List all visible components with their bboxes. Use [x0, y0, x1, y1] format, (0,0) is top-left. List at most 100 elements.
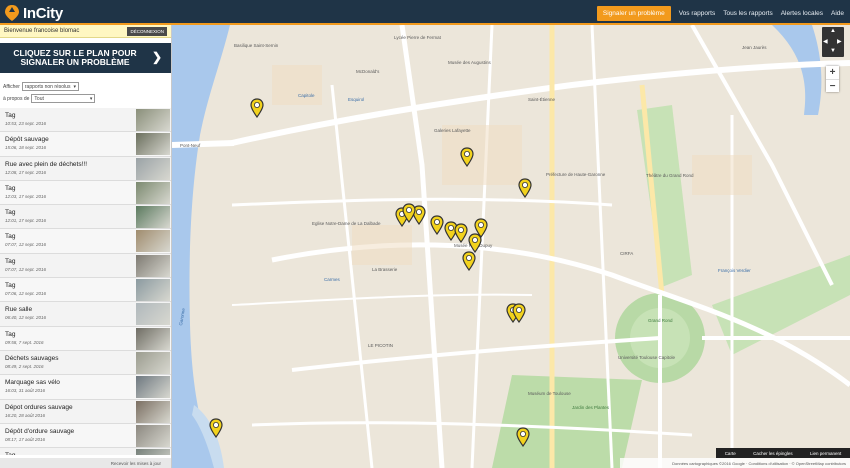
map-credits: Données cartographiques ©2016 Google · C…: [620, 458, 850, 468]
report-list-item[interactable]: Rue salle 06:40, 12 sept. 2016: [0, 302, 171, 327]
filter-show-label: Afficher: [3, 83, 20, 90]
report-list-item[interactable]: Tag 07:06, 12 sept. 2016: [0, 278, 171, 303]
map-label-francois-verdier: François Verdier: [718, 268, 751, 273]
logout-button[interactable]: DÉCONNEXION: [127, 26, 167, 36]
report-title: Rue avec plein de déchets!!!: [5, 160, 88, 168]
report-list-item[interactable]: Dépôt d'ordure sauvage 08:17, 17 août 201…: [0, 423, 171, 449]
chevron-down-icon: ▾: [73, 83, 76, 90]
map-label-pont-neuf: Pont-Neuf: [180, 143, 201, 148]
map-view[interactable]: Lycée Pierre de Fermat Basilique Saint-S…: [172, 25, 850, 468]
updates-link[interactable]: Recevoir les mises à jour: [0, 458, 171, 468]
filter-about-label: à propos de: [3, 95, 30, 102]
report-photo-thumbnail: [136, 279, 170, 302]
map-pin-icon[interactable]: [402, 203, 416, 223]
map-pan-control[interactable]: ▲ ◀ ▶ ▼: [822, 27, 844, 57]
map-base: [172, 25, 850, 468]
report-photo-thumbnail: [136, 230, 170, 253]
report-title: Tag: [5, 257, 16, 265]
map-label-carmes: Carmes: [324, 277, 340, 282]
map-label-dalbade: Eglise Notre-Dame de La Dalbade: [312, 221, 381, 226]
report-title: Tag: [5, 209, 16, 217]
map-pin-icon[interactable]: [468, 233, 482, 253]
map-pin-icon[interactable]: [430, 215, 444, 235]
brand-name: InCity: [23, 4, 63, 22]
zoom-in-button[interactable]: +: [826, 66, 839, 79]
report-date: 06:40, 12 sept. 2016: [5, 315, 47, 321]
map-pin-icon[interactable]: [462, 251, 476, 271]
report-list-item[interactable]: Tag 10:53, 23 sept. 2016: [0, 108, 171, 133]
map-pin-icon[interactable]: [250, 98, 264, 118]
hide-pins-button[interactable]: Cacher les épingles: [753, 451, 793, 456]
report-date: 08:17, 17 août 2016: [5, 436, 46, 442]
report-list-item[interactable]: Tag 09:58, 7 sept. 2016: [0, 326, 171, 351]
report-photo-thumbnail: [136, 424, 170, 447]
report-date: 15:06, 18 sept. 2016: [5, 145, 47, 151]
brand-logo[interactable]: InCity: [4, 3, 63, 23]
map-pin-icon[interactable]: [512, 303, 526, 323]
pan-right-icon[interactable]: ▶: [837, 38, 842, 45]
report-title: Tag: [5, 184, 16, 192]
filter-status-select[interactable]: rapports non résolus ▾: [21, 82, 79, 91]
map-label-lycee: Lycée Pierre de Fermat: [394, 35, 441, 40]
filter-status-value: rapports non résolus: [24, 83, 71, 90]
report-date: 08:49, 2 sept. 2016: [5, 363, 44, 369]
map-type-button[interactable]: Carte: [725, 451, 736, 456]
map-label-jean-jaures: Jean Jaurès: [742, 45, 767, 50]
map-label-prefecture: Préfecture de Haute-Garonne: [546, 172, 606, 177]
zoom-out-button[interactable]: −: [826, 79, 839, 92]
report-photo-thumbnail: [136, 327, 170, 350]
map-pin-icon[interactable]: [518, 178, 532, 198]
report-list: Tag 10:53, 23 sept. 2016 Dépôt sauvage 15:0…: [0, 108, 171, 455]
report-title: Tag: [5, 112, 16, 119]
filter-category-select[interactable]: Tout ▾: [31, 94, 96, 103]
map-pin-icon[interactable]: [454, 223, 468, 243]
report-date: 12:01, 17 sept. 2016: [5, 218, 47, 224]
report-title: Marquage sas vélo: [5, 379, 60, 387]
report-title: Tag: [5, 452, 15, 455]
report-cta-banner[interactable]: CLIQUEZ SUR LE PLAN POUR SIGNALER UN PRO…: [0, 43, 171, 73]
report-photo-thumbnail: [136, 303, 170, 326]
map-zoom-control: + −: [826, 66, 839, 92]
welcome-message: Bienvenue francoise blomac: [4, 28, 80, 34]
map-label-grand-rond: Grand Rond: [648, 318, 673, 323]
report-list-item[interactable]: Marquage sas vélo 16:03, 31 août 2016: [0, 375, 171, 400]
map-pin-icon[interactable]: [209, 418, 223, 438]
map-label-la-brasserie: La Brasserie: [372, 267, 398, 272]
map-pin-icon[interactable]: [460, 147, 474, 167]
report-list-item[interactable]: Tag 07:07, 12 sept. 2016: [0, 253, 171, 279]
report-problem-button[interactable]: Signaler un problème: [596, 6, 671, 21]
report-date: 10:53, 23 sept. 2016: [5, 121, 47, 126]
map-label-augustins: Musée des Augustins: [448, 60, 491, 65]
map-label-picotin: LE PICOTIN: [368, 343, 394, 348]
pan-up-icon[interactable]: ▲: [830, 28, 836, 34]
report-title: Déchets sauvages: [5, 354, 59, 362]
nav-help[interactable]: Aide: [831, 10, 844, 17]
report-title: Dépot ordures sauvage: [5, 403, 73, 411]
report-photo-thumbnail: [136, 400, 170, 423]
map-label-lafayette: Galeries Lafayette: [434, 128, 471, 133]
map-label-saint-etienne: Saint-Étienne: [528, 97, 556, 102]
nav-all-reports[interactable]: Tous les rapports: [723, 10, 773, 17]
permalink-button[interactable]: Lien permanent: [810, 451, 841, 456]
report-title: Tag: [5, 282, 16, 290]
nav-my-reports[interactable]: Vos rapports: [679, 10, 716, 17]
report-list-item[interactable]: Dépôt sauvage 15:06, 18 sept. 2016: [0, 132, 171, 157]
report-photo-thumbnail: [136, 181, 170, 204]
report-title: Tag: [5, 330, 16, 338]
report-list-item[interactable]: Rue avec plein de déchets!!! 12:08, 17 se…: [0, 156, 171, 181]
pan-down-icon[interactable]: ▼: [830, 48, 836, 54]
report-list-item[interactable]: Dépot ordures sauvage 16:20, 28 août 2016: [0, 399, 171, 424]
pan-left-icon[interactable]: ◀: [823, 38, 828, 45]
report-list-item[interactable]: Tag 07:07, 12 sept. 2016: [0, 229, 171, 254]
report-date: 09:58, 7 sept. 2016: [5, 339, 44, 345]
map-pin-icon[interactable]: [516, 427, 530, 447]
map-label-jardin-plantes: Jardin des Plantes: [572, 405, 610, 410]
report-list-item[interactable]: Tag: [0, 448, 171, 455]
map-label-museum: Muséum de Toulouse: [528, 391, 571, 396]
report-list-item[interactable]: Tag 12:01, 17 sept. 2016: [0, 205, 171, 230]
report-list-item[interactable]: Déchets sauvages 08:49, 2 sept. 2016: [0, 350, 171, 376]
nav-local-alerts[interactable]: Alertes locales: [781, 10, 823, 17]
report-title: Dépôt d'ordure sauvage: [5, 427, 75, 435]
report-list-item[interactable]: Tag 12:03, 17 sept. 2016: [0, 180, 171, 206]
report-date: 16:20, 28 août 2016: [5, 412, 46, 418]
